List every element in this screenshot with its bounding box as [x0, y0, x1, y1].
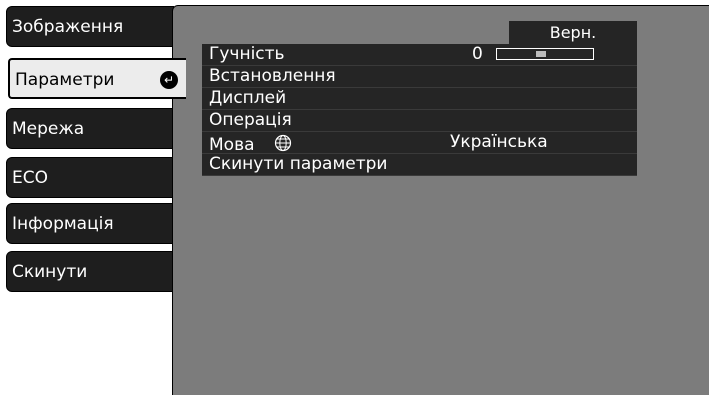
tab-label: Мережа	[12, 119, 85, 139]
tab-label: Скинути	[12, 262, 88, 282]
tab-image[interactable]: Зображення	[6, 6, 174, 47]
tab-eco[interactable]: ECO	[6, 157, 174, 198]
tab-network[interactable]: Мережа	[6, 108, 174, 149]
menu-item-volume[interactable]: Гучність 0	[202, 44, 637, 66]
language-value: Українська	[450, 132, 548, 152]
settings-menu: Гучність 0 Встановлення Дисплей Операція…	[202, 44, 637, 176]
tab-information[interactable]: Інформація	[6, 203, 174, 244]
tab-label: Інформація	[12, 214, 114, 234]
menu-item-operation[interactable]: Операція	[202, 110, 637, 132]
tab-label: ECO	[12, 168, 48, 188]
menu-item-language[interactable]: Мова Українська	[202, 132, 637, 155]
menu-item-label: Скинути параметри	[209, 154, 388, 174]
tab-label: Параметри	[15, 70, 115, 90]
top-value-label: Верн.	[509, 21, 637, 44]
volume-value: 0	[472, 44, 483, 64]
menu-item-display[interactable]: Дисплей	[202, 88, 637, 110]
tab-reset[interactable]: Скинути	[6, 251, 174, 292]
enter-icon: ↵	[160, 71, 178, 89]
tab-label: Зображення	[12, 17, 124, 37]
menu-item-label: Операція	[209, 110, 292, 130]
menu-item-installation[interactable]: Встановлення	[202, 66, 637, 88]
menu-item-label: Гучність	[209, 44, 285, 64]
menu-item-label: Дисплей	[209, 88, 287, 108]
menu-item-label: Встановлення	[209, 66, 336, 86]
menu-item-label: Мова	[209, 135, 255, 155]
volume-slider[interactable]	[496, 48, 594, 60]
volume-slider-knob[interactable]	[536, 51, 546, 57]
tab-settings[interactable]: Параметри ↵	[8, 58, 186, 99]
menu-item-reset-settings[interactable]: Скинути параметри	[202, 154, 637, 176]
